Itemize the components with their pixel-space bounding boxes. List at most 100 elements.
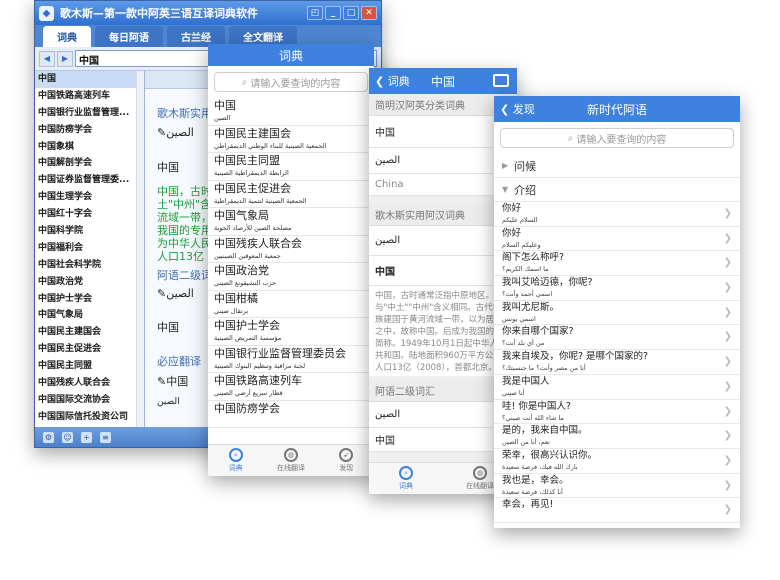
menu-icon[interactable] xyxy=(493,74,509,87)
list-item[interactable]: 中国生理学会 xyxy=(35,189,144,206)
list-item[interactable]: 中国残疾人联合会 xyxy=(35,375,144,392)
list-item[interactable]: 我叫尤尼斯。 اسمي يونس ❯ xyxy=(494,301,740,326)
list-item[interactable]: 中国铁路高速列车 قطار سريع أرضي الصيني xyxy=(208,373,374,401)
list-item[interactable]: 我也是，幸会。 أنا كذلك، فرصة سعيدة ❯ xyxy=(494,474,740,499)
chevron-right-icon: ❯ xyxy=(723,282,732,294)
chevron-left-icon: ❮ xyxy=(375,75,388,88)
maximize-button[interactable]: □ xyxy=(343,6,359,20)
chevron-right-icon: ❯ xyxy=(723,257,732,269)
list-item[interactable]: 哇! 你是中国人? ما شاء الله أنت صيني؟ ❯ xyxy=(494,400,740,425)
settings-icon[interactable]: ⚙ xyxy=(43,431,54,443)
list-item[interactable]: 是的，我来自中国。 نعم، أنا من الصين ❯ xyxy=(494,424,740,449)
window-title: 歌木斯—第一款中阿英三语互译词典软件 xyxy=(60,7,258,20)
category-greetings[interactable]: ▶ 问候 xyxy=(494,154,740,178)
back-button[interactable]: ❮ 词典 xyxy=(375,73,410,89)
list-item[interactable]: 我来自埃及，你呢? 是哪个国家的? أنا من مصر وأنت؟ ما جنس… xyxy=(494,350,740,375)
list-item[interactable]: 荣幸，很高兴认识你。 بارك الله فيك، فرصة سعيدة ❯ xyxy=(494,449,740,474)
list-item[interactable]: 中国民主促进会 الجمعية الصينية لتنمية الديمقراطي… xyxy=(208,181,374,208)
entry-list: 中国 الصين 中国民主建国会 الجمعية الصينية للبناء ال… xyxy=(208,98,374,428)
list-item[interactable]: 阁下怎么称呼? ما اسمك الكريم؟ ❯ xyxy=(494,251,740,277)
pencil-icon[interactable]: ✎ xyxy=(157,287,166,300)
list-item[interactable]: 中国红十字会 xyxy=(35,206,144,223)
back-button[interactable]: ❮ 发现 xyxy=(500,101,535,117)
list-item[interactable]: 中国社会科学院 xyxy=(35,257,144,274)
list-item[interactable]: 我是中国人 أنا صيني ❯ xyxy=(494,375,740,400)
title-bar: ◆ 歌木斯—第一款中阿英三语互译词典软件 ◰ _ □ ✕ xyxy=(35,1,381,25)
globe-icon: ◍ xyxy=(473,466,487,480)
pencil-icon[interactable]: ✎ xyxy=(157,375,166,388)
category-introduction[interactable]: ▼ 介绍 xyxy=(494,178,740,202)
list-item[interactable]: 你好 السلام عليكم ❯ xyxy=(494,202,740,227)
user-icon[interactable]: ☺ xyxy=(62,431,73,443)
note-icon[interactable]: ≡ xyxy=(100,431,111,443)
search-input[interactable]: ⌕ 请输入要查询的内容 xyxy=(214,72,368,92)
list-item[interactable]: 中国象棋 xyxy=(35,139,144,156)
list-item[interactable]: 中国民主促进会 xyxy=(35,341,144,358)
tab-discover[interactable]: ➹ 发现 xyxy=(319,445,374,476)
list-item[interactable]: 中国 الصين xyxy=(208,98,374,126)
dictionary-icon: ⌕ xyxy=(399,466,413,480)
nav-title: 新时代阿语 xyxy=(586,102,647,117)
list-item[interactable]: 中国国际交流协会 xyxy=(35,392,144,409)
forward-arrow-icon[interactable]: ▶ xyxy=(57,50,73,67)
list-item[interactable]: 幸会，再见! ❯ xyxy=(494,498,740,523)
tab-bar: ⌕ 词典 ◍ 在线翻译 ➹ 发现 xyxy=(208,444,374,476)
phone-phrasebook-screen: ❮ 发现 新时代阿语 ⌕ 请输入要查询的内容 ▶ 问候 ▼ 介绍 你好 السلام … xyxy=(494,96,740,528)
chevron-right-icon: ❯ xyxy=(723,306,732,318)
word: 中国 xyxy=(157,161,179,174)
list-item[interactable]: 中国民主建国会 xyxy=(35,324,144,341)
list-item[interactable]: 中国证券监督管理委... xyxy=(35,172,144,189)
tab-online-translate[interactable]: ◍ 在线翻译 xyxy=(263,445,318,476)
list-item[interactable]: 你来自哪个国家? من أي بلد أنت؟ ❯ xyxy=(494,325,740,351)
add-icon[interactable]: + xyxy=(81,431,92,443)
pin-icon[interactable]: ◰ xyxy=(307,6,323,20)
chevron-right-icon: ❯ xyxy=(723,356,732,368)
list-item[interactable]: 中国银行业监督管理委员会 لجنة مراقبة وتنظيم البنوك ال… xyxy=(208,346,374,373)
tab-daily-arabic[interactable]: 每日阿语 xyxy=(95,26,163,47)
chevron-right-icon: ❯ xyxy=(723,430,732,442)
phrase-list: 你好 السلام عليكم ❯ 你好 وعليكم السلام ❯ 阁下怎么称呼?… xyxy=(494,202,740,523)
list-item[interactable]: 中国护士学会 مؤسسة التمريض الصينية xyxy=(208,318,374,346)
list-item[interactable]: 中国解剖学会 xyxy=(35,155,144,172)
chevron-right-icon: ❯ xyxy=(723,208,732,219)
list-item[interactable]: 中国防痨学会 xyxy=(208,401,374,428)
arabic-word: ✎الصين xyxy=(157,287,194,300)
search-input[interactable]: ⌕ 请输入要查询的内容 xyxy=(500,128,734,148)
translation-arabic: الصين xyxy=(157,397,180,407)
list-item[interactable]: 中国气象局 مصلحة الصين للأرصاد الجوية xyxy=(208,208,374,236)
list-item[interactable]: 我叫艾哈迈德，你呢? اسمي أحمد وأنت؟ ❯ xyxy=(494,276,740,301)
tab-dictionary[interactable]: ⌕ 词典 xyxy=(208,445,263,476)
nav-title: 中国 xyxy=(430,74,455,89)
tab-dictionary[interactable]: 词典 xyxy=(43,26,91,47)
chevron-right-icon: ❯ xyxy=(723,380,732,392)
list-item[interactable]: 中国残疾人联合会 جمعية المعوقين الصينيين xyxy=(208,236,374,263)
list-item[interactable]: 中国铁路高速列车 xyxy=(35,88,144,105)
list-scrollbar[interactable] xyxy=(136,71,144,427)
list-item[interactable]: 中国民主建国会 الجمعية الصينية للبناء الوطني الد… xyxy=(208,126,374,153)
list-item[interactable]: 中国政治党 حزب التشيقونغ الصيني xyxy=(208,263,374,291)
pencil-icon[interactable]: ✎ xyxy=(157,126,166,139)
tab-dictionary[interactable]: ⌕ 词典 xyxy=(369,463,443,494)
list-item[interactable]: 中国国际信托投资公司 xyxy=(35,409,144,426)
translation-word: ✎中国 xyxy=(157,375,189,388)
chevron-right-icon: ❯ xyxy=(723,504,732,516)
list-item[interactable]: 中国防痨学会 xyxy=(35,122,144,139)
close-button[interactable]: ✕ xyxy=(361,6,377,20)
list-item[interactable]: 中国民主同盟 الرابطة الديمقراطية الصينية xyxy=(208,153,374,181)
search-icon: ⌕ xyxy=(567,132,577,144)
list-item[interactable]: 中国科学院 xyxy=(35,223,144,240)
minimize-button[interactable]: _ xyxy=(325,6,341,20)
list-item[interactable]: 中国福利会 xyxy=(35,240,144,257)
chevron-right-icon: ❯ xyxy=(723,454,732,466)
list-item[interactable]: 你好 وعليكم السلام ❯ xyxy=(494,227,740,252)
list-item[interactable]: 中国政治党 xyxy=(35,274,144,291)
list-item[interactable]: 中国 xyxy=(35,71,144,88)
nav-bar: 词典 xyxy=(208,44,374,66)
list-item[interactable]: 中国银行业监督管理... xyxy=(35,105,144,122)
chevron-down-icon: ▼ xyxy=(502,185,509,194)
list-item[interactable]: 中国气象局 xyxy=(35,307,144,324)
back-arrow-icon[interactable]: ◀ xyxy=(39,50,55,67)
list-item[interactable]: 中国民主同盟 xyxy=(35,358,144,375)
list-item[interactable]: 中国护士学会 xyxy=(35,291,144,308)
list-item[interactable]: 中国柑橘 برتقال صيني xyxy=(208,291,374,318)
